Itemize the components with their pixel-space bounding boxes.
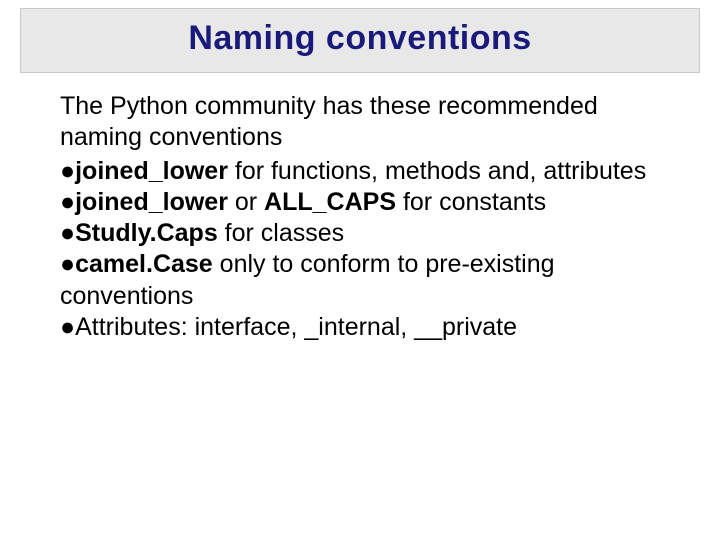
item-bold: Studly.Caps (75, 219, 218, 247)
item-text: for classes (218, 219, 344, 247)
slide-content: The Python community has these recommend… (60, 91, 680, 343)
bullet-item: ●Studly.Caps for classes (60, 218, 680, 249)
bullet-item: ●Attributes: interface, _internal, __pri… (60, 312, 680, 343)
slide: Naming conventions The Python community … (0, 8, 720, 548)
item-bold: joined_lower (75, 188, 228, 216)
bullet-icon: ● (60, 188, 75, 216)
title-bar: Naming conventions (20, 8, 700, 73)
bullet-icon: ● (60, 219, 75, 247)
slide-title: Naming conventions (21, 19, 699, 58)
intro-text: The Python community has these recommend… (60, 91, 680, 154)
item-text: or (228, 188, 264, 216)
item-bold: camel.Case (75, 250, 213, 278)
item-text: for constants (396, 188, 546, 216)
bullet-item: ●joined_lower or ALL_CAPS for constants (60, 187, 680, 218)
bullet-icon: ● (60, 250, 75, 278)
bullet-icon: ● (60, 313, 75, 341)
item-text: for functions, methods and, attributes (228, 157, 646, 185)
bullet-icon: ● (60, 157, 75, 185)
item-bold: ALL_CAPS (264, 188, 396, 216)
bullet-item: ●joined_lower for functions, methods and… (60, 156, 680, 187)
item-bold: joined_lower (75, 157, 228, 185)
bullet-item: ●camel.Case only to conform to pre-exist… (60, 249, 680, 312)
item-text: Attributes: interface, _internal, __priv… (75, 313, 517, 341)
